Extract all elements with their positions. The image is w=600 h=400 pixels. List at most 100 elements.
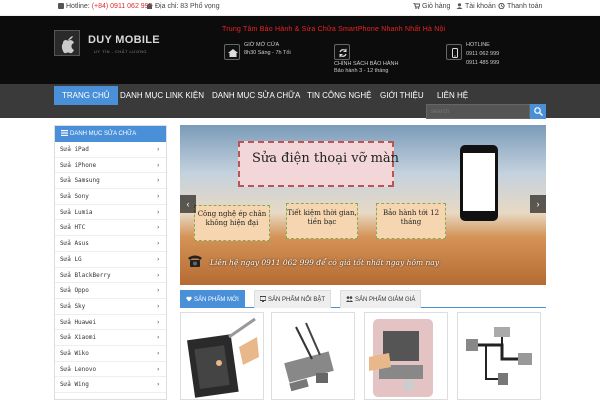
chevron-right-icon: › [156, 193, 160, 201]
product-card[interactable] [271, 312, 355, 400]
sidebar-item[interactable]: Sửa HTC › [55, 220, 166, 237]
chevron-right-icon: › [156, 302, 160, 310]
nav-item-accessories[interactable]: DANH MỤC LINK KIỆN [112, 86, 212, 105]
product-image [185, 317, 259, 399]
product-card[interactable] [457, 312, 541, 400]
hero-banner[interactable]: Sửa điện thoại vỡ màn Công nghệ ép chân … [180, 125, 546, 285]
cart-label[interactable]: Giỏ hàng [422, 3, 450, 10]
sidebar-item-label: Sửa Wiko [60, 349, 89, 357]
chevron-right-icon: › [156, 146, 160, 153]
tab-discount-products-label: SẢN PHẨM GIẢM GIÁ [355, 297, 416, 303]
list-icon [61, 130, 68, 136]
search-icon [534, 107, 543, 116]
sidebar-item[interactable]: Sửa Sky › [55, 299, 166, 315]
chevron-right-icon: › [156, 365, 160, 373]
home-icon [224, 44, 240, 60]
nav-item-about[interactable]: GIỚI THIỆU [372, 86, 432, 105]
nav-item-tech-news[interactable]: TIN CÔNG NGHỆ [299, 86, 379, 105]
banner-next-button[interactable]: › [530, 195, 546, 213]
sidebar-title: DANH MỤC SỬA CHỮA [70, 131, 137, 137]
sidebar-item[interactable]: Sửa iPhone › [55, 158, 166, 174]
sidebar-item[interactable]: Sửa Xiaomi › [55, 330, 166, 346]
account-link[interactable]: Tài khoản [456, 3, 496, 10]
sidebar-item-label: Sửa Asus [60, 240, 89, 248]
heart-icon [186, 296, 192, 302]
clock-icon [498, 2, 505, 10]
sidebar-item[interactable]: Sửa iPad › [55, 142, 166, 158]
repair-category-sidebar: DANH MỤC SỬA CHỮA Sửa iPad › Sửa iPhone › Sử… [54, 125, 167, 400]
banner-card-1-text: Công nghệ ép chân không hiện đại [197, 210, 267, 227]
chevron-right-icon: › [156, 381, 160, 389]
banner-prev-button[interactable]: ‹ [180, 195, 196, 213]
sidebar-item[interactable]: Sửa Lenovo › [55, 362, 166, 378]
home-icon [146, 3, 153, 9]
checkout-link[interactable]: Thanh toán [498, 2, 542, 10]
tab-discount-products[interactable]: SẢN PHẨM GIẢM GIÁ [340, 290, 422, 308]
header-tagline: Trung Tâm Bảo Hành & Sửa Chữa SmartPhone… [222, 26, 446, 33]
sidebar-item[interactable]: Sửa Wing › [55, 377, 166, 393]
sidebar-item[interactable]: Sửa BlackBerry › [55, 268, 166, 284]
sidebar-item[interactable]: Sửa Lumia › [55, 205, 166, 221]
refresh-icon [334, 44, 350, 60]
sidebar-item[interactable]: Sửa Huawei › [55, 315, 166, 331]
header: DUY MOBILE UY TÍN - CHẤT LƯỢNG Trung Tâm… [0, 16, 600, 84]
chevron-right-icon: › [156, 255, 160, 263]
user-icon [456, 3, 463, 9]
sidebar-item[interactable]: Sửa Asus › [55, 236, 166, 252]
checkout-label[interactable]: Thanh toán [507, 3, 542, 10]
phone-icon [58, 3, 64, 9]
chevron-right-icon: › [156, 224, 160, 232]
banner-card-3-text: Bảo hành tới 12 tháng [382, 209, 440, 226]
product-image [369, 317, 443, 399]
banner-headline: Sửa điện thoại vỡ màn [252, 151, 400, 166]
chevron-right-icon: › [156, 318, 160, 326]
sidebar-item-label: Sửa Xiaomi [60, 334, 97, 342]
sidebar-item-label: Sửa HTC [60, 224, 86, 232]
smartphone-illustration [460, 145, 498, 221]
product-tabs: SẢN PHẨM MỚI SẢN PHẨM NỔI BẬT SẢN PHẨM G… [180, 290, 546, 308]
sidebar-item[interactable]: Sửa Sony › [55, 189, 166, 205]
chevron-right-icon: › [156, 287, 160, 295]
apple-logo-icon[interactable] [54, 30, 80, 56]
opening-hours-value: 8h30 Sáng - 7h Tối [244, 50, 291, 56]
screen-icon [259, 296, 267, 302]
opening-hours-title: GIỜ MỞ CỬA [244, 42, 280, 48]
sidebar-item[interactable]: Sửa LG › [55, 252, 166, 268]
nav-item-contact[interactable]: LIÊN HỆ [429, 86, 476, 105]
sidebar-item[interactable]: Sửa Wiko › [55, 346, 166, 362]
search-input[interactable] [426, 104, 530, 119]
hotline-number[interactable]: (+84) 0911 062 999 [92, 3, 153, 10]
hotline-title: HOTLINE [466, 42, 490, 48]
tab-new-products[interactable]: SẢN PHẨM MỚI [180, 290, 245, 308]
address: Địa chỉ: 83 Phố vọng [146, 3, 220, 10]
hotline-number-2[interactable]: 0911 485 999 [466, 60, 499, 67]
sidebar-item-label: Sửa iPad [60, 146, 89, 153]
top-bar: Hotline: (+84) 0911 062 999 Địa chỉ: 83 … [0, 0, 600, 16]
nav-item-repairs[interactable]: DANH MỤC SỬA CHỮA [204, 86, 308, 105]
users-icon [346, 296, 353, 302]
brand-name[interactable]: DUY MOBILE [88, 34, 160, 46]
product-image [276, 317, 350, 399]
chevron-right-icon: › [156, 208, 160, 216]
product-card[interactable] [180, 312, 264, 400]
sidebar-item-label: Sửa LG [60, 255, 82, 263]
hotline-number-1[interactable]: 0911 062 999 [466, 51, 499, 58]
hotline: Hotline: (+84) 0911 062 999 [58, 3, 152, 10]
cart-link[interactable]: Giỏ hàng [413, 2, 450, 10]
chevron-right-icon: › [156, 334, 160, 342]
hotline-label: Hotline: [66, 3, 90, 10]
chevron-right-icon: › [156, 161, 160, 169]
search-button[interactable] [530, 104, 546, 119]
banner-card-2-text: Tiết kiệm thời gian, tiền bạc [287, 209, 357, 226]
account-label[interactable]: Tài khoản [465, 3, 496, 10]
brand-subtitle: UY TÍN - CHẤT LƯỢNG [94, 49, 148, 54]
sidebar-item[interactable]: Sửa Samsung › [55, 173, 166, 190]
tab-featured-products[interactable]: SẢN PHẨM NỔI BẬT [254, 290, 332, 308]
sidebar-item-label: Sửa Samsung [60, 177, 100, 185]
phone-icon [446, 44, 462, 60]
product-image [462, 317, 536, 399]
sidebar-item[interactable]: Sửa Oppo › [55, 283, 166, 299]
nav-item-home[interactable]: TRANG CHỦ [54, 86, 118, 105]
sidebar-list: Sửa iPad › Sửa iPhone › Sửa Samsung › Sửa Sony… [55, 142, 166, 393]
product-card[interactable] [364, 312, 448, 400]
